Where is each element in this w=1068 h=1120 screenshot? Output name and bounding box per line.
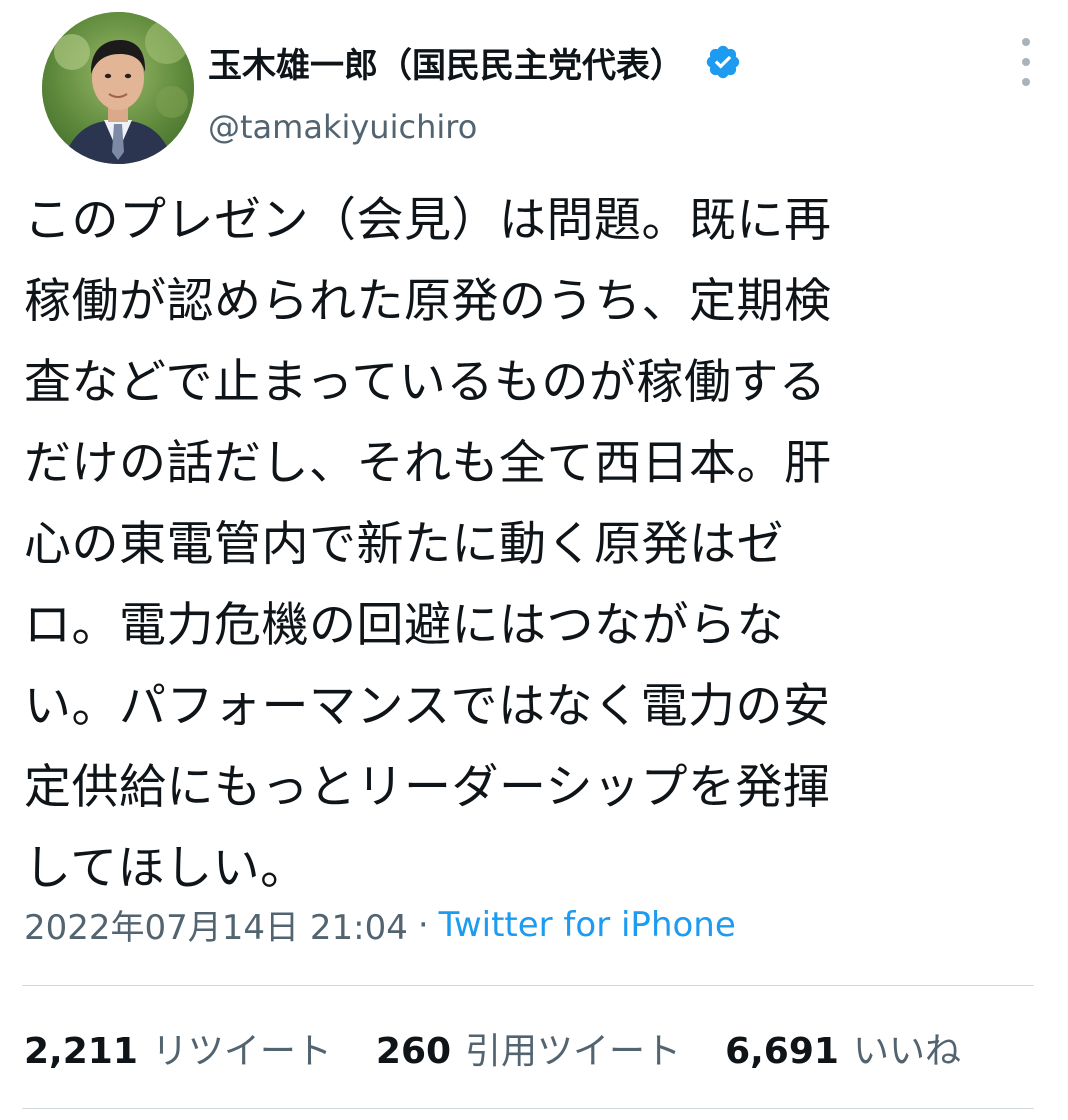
avatar[interactable]	[42, 12, 194, 164]
tweet-meta: 2022年07月14日 21:04 · Twitter for iPhone	[24, 900, 736, 949]
quotes-stat[interactable]: 260 引用ツイート	[376, 1022, 681, 1074]
tweet-text-line: だけの話だし、それも全て西日本。肝	[24, 436, 832, 491]
divider	[22, 1108, 1034, 1109]
quotes-count: 260	[375, 1031, 452, 1072]
more-options-icon[interactable]	[1014, 38, 1038, 86]
likes-label: いいね	[852, 1031, 961, 1072]
tweet-header: 玉木雄一郎（国民民主党代表） @tamakiyuichiro	[22, 12, 1046, 172]
tweet-text-line: 査などで止まっているものが稼働する	[24, 355, 827, 410]
profile-photo	[42, 12, 194, 164]
tweet-source-link[interactable]: Twitter for iPhone	[439, 905, 736, 945]
tweet-text-line: ロ。電力危機の回避にはつながらな	[24, 598, 784, 653]
name-row: 玉木雄一郎（国民民主党代表）	[208, 34, 742, 90]
display-name[interactable]: 玉木雄一郎（国民民主党代表）	[208, 38, 684, 87]
tweet-text-line: い。パフォーマンスではなく電力の安	[24, 679, 831, 734]
user-handle[interactable]: @tamakiyuichiro	[208, 108, 477, 146]
tweet-text-line: してほしい。	[24, 841, 308, 896]
divider	[22, 985, 1034, 986]
tweet-text-line: このプレゼン（会見）は問題。既に再	[24, 193, 832, 248]
tweet-detail: 玉木雄一郎（国民民主党代表） @tamakiyuichiro このプレゼン（会見…	[0, 0, 1068, 1120]
retweets-label: リツイート	[151, 1031, 332, 1072]
tweet-text-line: 稼働が認められた原発のうち、定期検	[24, 274, 832, 329]
tweet-text-line: 心の東電管内で新たに動く原発はゼ	[24, 517, 784, 572]
verified-badge-icon	[704, 43, 742, 81]
meta-separator: ·	[417, 904, 429, 945]
retweets-count: 2,211	[24, 1031, 138, 1072]
likes-count: 6,691	[725, 1031, 839, 1072]
tweet-timestamp[interactable]: 2022年07月14日 21:04	[24, 900, 408, 949]
retweets-stat[interactable]: 2,211 リツイート	[24, 1022, 332, 1074]
likes-stat[interactable]: 6,691 いいね	[725, 1022, 961, 1074]
quotes-label: 引用ツイート	[465, 1031, 682, 1072]
tweet-text: このプレゼン（会見）は問題。既に再 稼働が認められた原発のうち、定期検 査などで…	[24, 180, 1024, 909]
engagement-stats: 2,211 リツイート 260 引用ツイート 6,691 いいね	[24, 1022, 1005, 1074]
tweet-text-line: 定供給にもっとリーダーシップを発揮	[24, 760, 831, 815]
